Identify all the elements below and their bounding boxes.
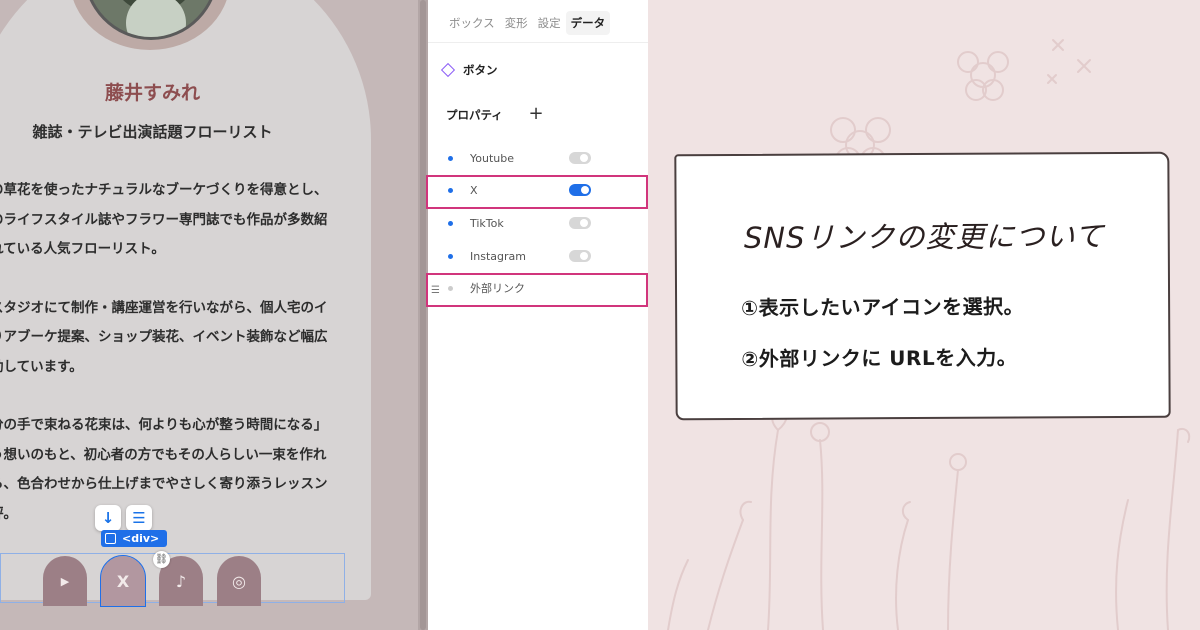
property-item-instagram[interactable]: Instagram: [446, 244, 636, 268]
bullet-icon: [448, 253, 453, 259]
add-property-button[interactable]: +: [528, 103, 544, 124]
tiktok-icon: ♪: [175, 571, 187, 591]
bio-line: スタジオにて制作・講座運営を行いながら、個人宅のイ: [0, 299, 328, 316]
note-step-1: ①表示したいアイコンを選択。: [741, 294, 1025, 320]
checkbox-icon: [105, 533, 116, 544]
bio-line: れている人気フローリスト。: [0, 241, 165, 257]
move-down-button[interactable]: ↓: [95, 505, 121, 531]
property-item-youtube[interactable]: Youtube: [446, 146, 636, 170]
instruction-note: SNSリンクの変更について ①表示したいアイコンを選択。 ②外部リンクに URL…: [674, 151, 1171, 421]
arrow-down-icon: ↓: [101, 509, 115, 527]
bio-line: のライフスタイル誌やフラワー専門誌でも作品が多数紹: [0, 211, 328, 228]
profile-bio[interactable]: の草花を使ったナチュラルなブーケづくりを得意とし、 のライフスタイル誌やフラワー…: [0, 176, 350, 558]
bio-line: 評。: [0, 505, 17, 522]
toggle-instagram[interactable]: [569, 250, 591, 262]
bio-line: の草花を使ったナチュラルなブーケづくりを得意とし、: [0, 182, 328, 198]
toggle-tiktok[interactable]: [569, 217, 591, 229]
selection-tag-label: <div>: [122, 532, 160, 545]
instagram-icon: ◎: [232, 571, 246, 591]
tab-transform[interactable]: 変形: [500, 11, 533, 35]
note-title: SNSリンクの変更について: [743, 219, 1105, 255]
avatar-dress: [126, 0, 186, 37]
align-icon: ☰: [132, 509, 146, 527]
social-button-instagram[interactable]: ◎: [217, 556, 261, 606]
tabs-divider: [428, 42, 648, 43]
canvas-scrollbar[interactable]: [418, 0, 428, 630]
note-step-2: ②外部リンクに URLを入力。: [741, 345, 1018, 371]
bio-line: う想いのもと、初心者の方でもその人らしい一束を作れ: [0, 446, 327, 463]
social-button-x[interactable]: X: [100, 555, 146, 607]
bio-line: 動しています。: [0, 358, 83, 375]
social-button-youtube[interactable]: ▶: [43, 556, 87, 606]
component-icon: [440, 62, 456, 78]
element-type: ボタン: [440, 62, 498, 78]
property-item-tiktok[interactable]: TikTok: [446, 211, 636, 235]
link-icon[interactable]: ⛓: [153, 551, 170, 568]
tab-box[interactable]: ボックス: [444, 11, 500, 35]
bullet-icon: [448, 155, 453, 161]
bio-line: りアブーケ提案、ショップ装花、イベント装飾など幅広: [0, 329, 328, 345]
bio-line: ら、色合わせから仕上げまでやさしく寄り添うレッスン: [0, 476, 328, 492]
property-label: TikTok: [470, 216, 504, 230]
bio-line: 分の手で束ねる花束は、何よりも心が整う時間になる」: [0, 417, 328, 433]
x-icon: X: [116, 571, 130, 591]
tab-settings[interactable]: 設定: [533, 11, 566, 35]
align-button[interactable]: ☰: [126, 505, 152, 531]
property-panel: ボックス 変形 設定 データ ボタン プロパティ + Youtube X Tik…: [428, 0, 648, 630]
scrollbar-thumb[interactable]: [420, 0, 426, 630]
panel-tabs: ボックス 変形 設定 データ: [444, 11, 611, 35]
editor-canvas[interactable]: 藤井すみれ 雑誌・テレビ出演話題フローリスト の草花を使ったナチュラルなブーケづ…: [0, 0, 418, 630]
tab-data[interactable]: データ: [565, 11, 611, 35]
bullet-icon: [448, 220, 453, 226]
highlight-external-link-row: [426, 273, 648, 307]
property-label: Instagram: [470, 249, 526, 263]
profile-name[interactable]: 藤井すみれ: [0, 78, 305, 105]
youtube-icon: ▶: [60, 574, 70, 588]
profile-subtitle[interactable]: 雑誌・テレビ出演話題フローリスト: [0, 121, 305, 142]
selection-tag[interactable]: <div>: [101, 530, 167, 547]
toggle-youtube[interactable]: [569, 152, 591, 164]
property-label: Youtube: [470, 151, 514, 165]
element-type-label: ボタン: [463, 63, 498, 77]
highlight-x-row: [426, 175, 648, 209]
properties-heading: プロパティ: [446, 108, 503, 122]
